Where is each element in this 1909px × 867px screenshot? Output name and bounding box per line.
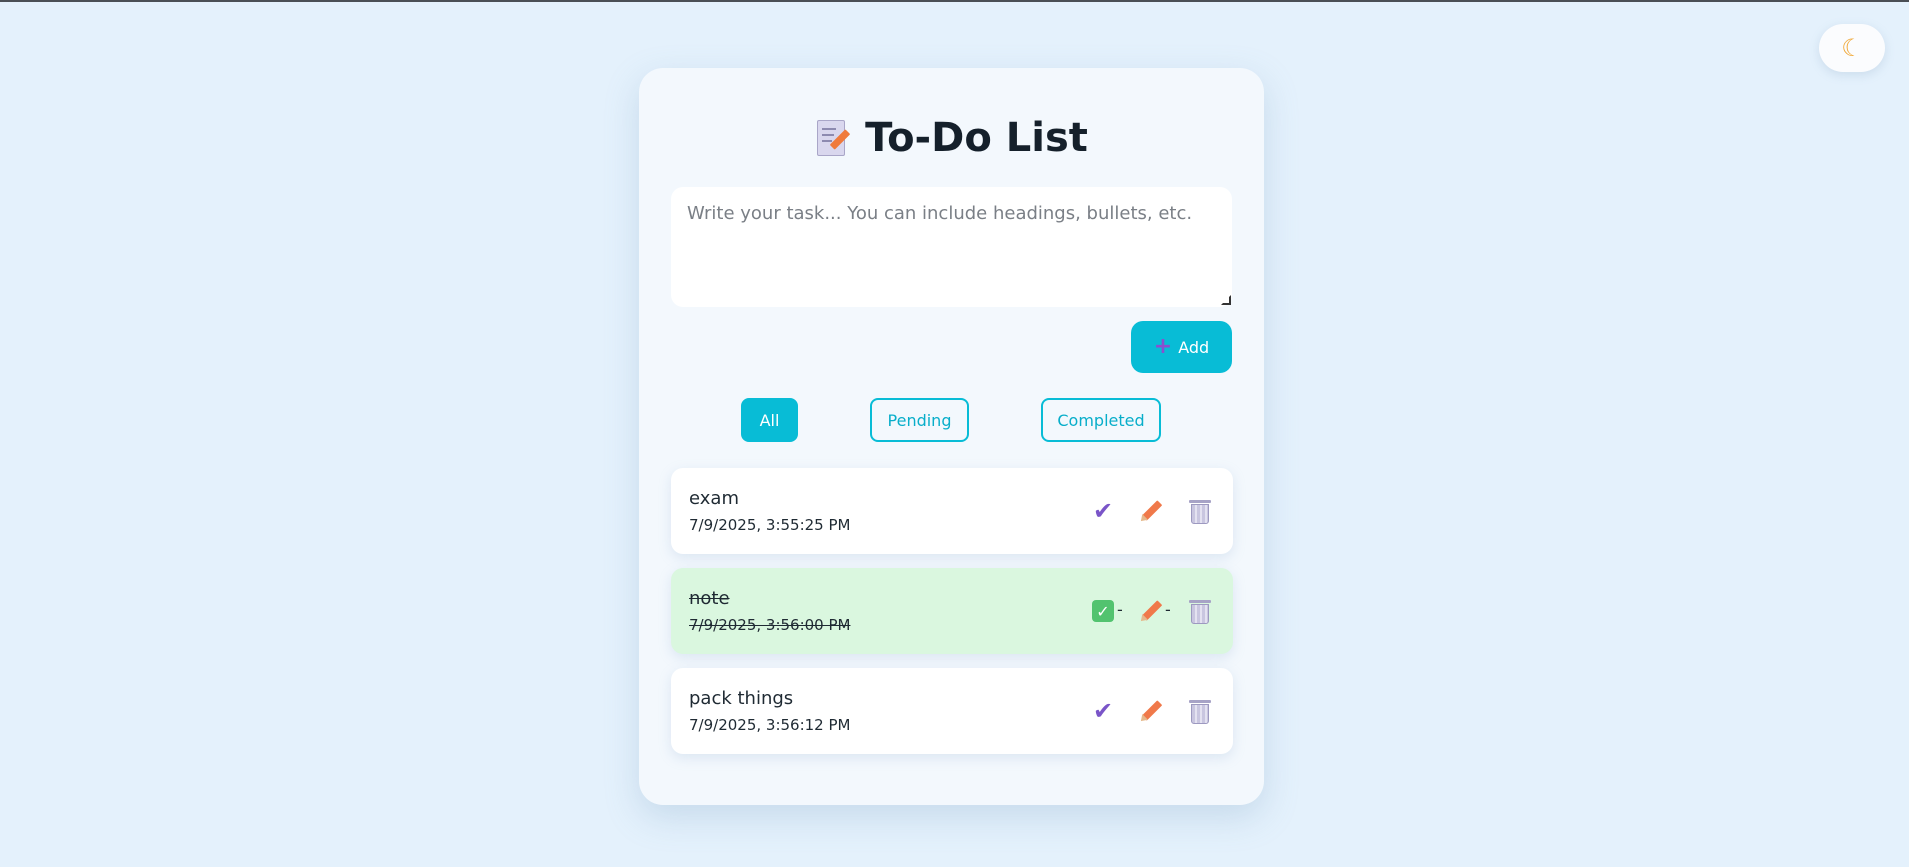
check-icon: ✔ — [1092, 497, 1114, 525]
filter-pending-label: Pending — [887, 410, 952, 430]
theme-toggle-button[interactable]: ☾ — [1819, 24, 1885, 72]
task-text: note — [689, 588, 730, 609]
task-text: pack things — [689, 688, 794, 709]
filter-all-label: All — [759, 410, 780, 430]
edit-button[interactable] — [1138, 698, 1164, 724]
task-item-completed: note 7/9/2025, 3:56:00 PM ✓ - - — [671, 568, 1233, 654]
delete-button[interactable] — [1187, 698, 1213, 724]
complete-button[interactable]: ✔ — [1090, 697, 1116, 725]
add-task-button[interactable]: + Add — [1131, 321, 1232, 373]
filter-completed-label: Completed — [1057, 410, 1145, 430]
filter-pending-button[interactable]: Pending — [870, 398, 969, 442]
task-text: exam — [689, 488, 739, 509]
filter-completed-button[interactable]: Completed — [1041, 398, 1161, 442]
edit-button[interactable] — [1138, 598, 1164, 624]
task-timestamp: 7/9/2025, 3:56:12 PM — [689, 716, 851, 734]
page-title: To-Do List — [639, 110, 1264, 166]
task-input[interactable] — [671, 187, 1232, 307]
plus-icon: + — [1153, 334, 1173, 359]
dash-separator: - — [1165, 600, 1171, 619]
add-button-label: Add — [1178, 337, 1210, 357]
uncomplete-button[interactable]: ✓ — [1090, 598, 1116, 624]
pencil-icon — [1138, 498, 1164, 524]
delete-button[interactable] — [1187, 598, 1213, 624]
complete-button[interactable]: ✔ — [1090, 497, 1116, 525]
todo-card: To-Do List + Add All Pending Completed e… — [639, 68, 1264, 805]
title-text: To-Do List — [865, 115, 1088, 161]
task-timestamp: 7/9/2025, 3:55:25 PM — [689, 516, 851, 534]
pencil-icon — [1138, 598, 1164, 624]
pencil-icon — [1138, 698, 1164, 724]
trash-icon — [1189, 598, 1211, 624]
trash-icon — [1189, 698, 1211, 724]
top-border — [0, 0, 1909, 2]
dash-separator: - — [1117, 600, 1123, 619]
moon-icon: ☾ — [1841, 34, 1863, 62]
filter-all-button[interactable]: All — [741, 398, 798, 442]
task-timestamp: 7/9/2025, 3:56:00 PM — [689, 616, 851, 634]
task-item: exam 7/9/2025, 3:55:25 PM ✔ — [671, 468, 1233, 554]
memo-icon — [815, 118, 851, 158]
delete-button[interactable] — [1187, 498, 1213, 524]
trash-icon — [1189, 498, 1211, 524]
check-icon: ✔ — [1092, 697, 1114, 725]
task-item: pack things 7/9/2025, 3:56:12 PM ✔ — [671, 668, 1233, 754]
edit-button[interactable] — [1138, 498, 1164, 524]
checked-box-icon: ✓ — [1092, 600, 1114, 622]
